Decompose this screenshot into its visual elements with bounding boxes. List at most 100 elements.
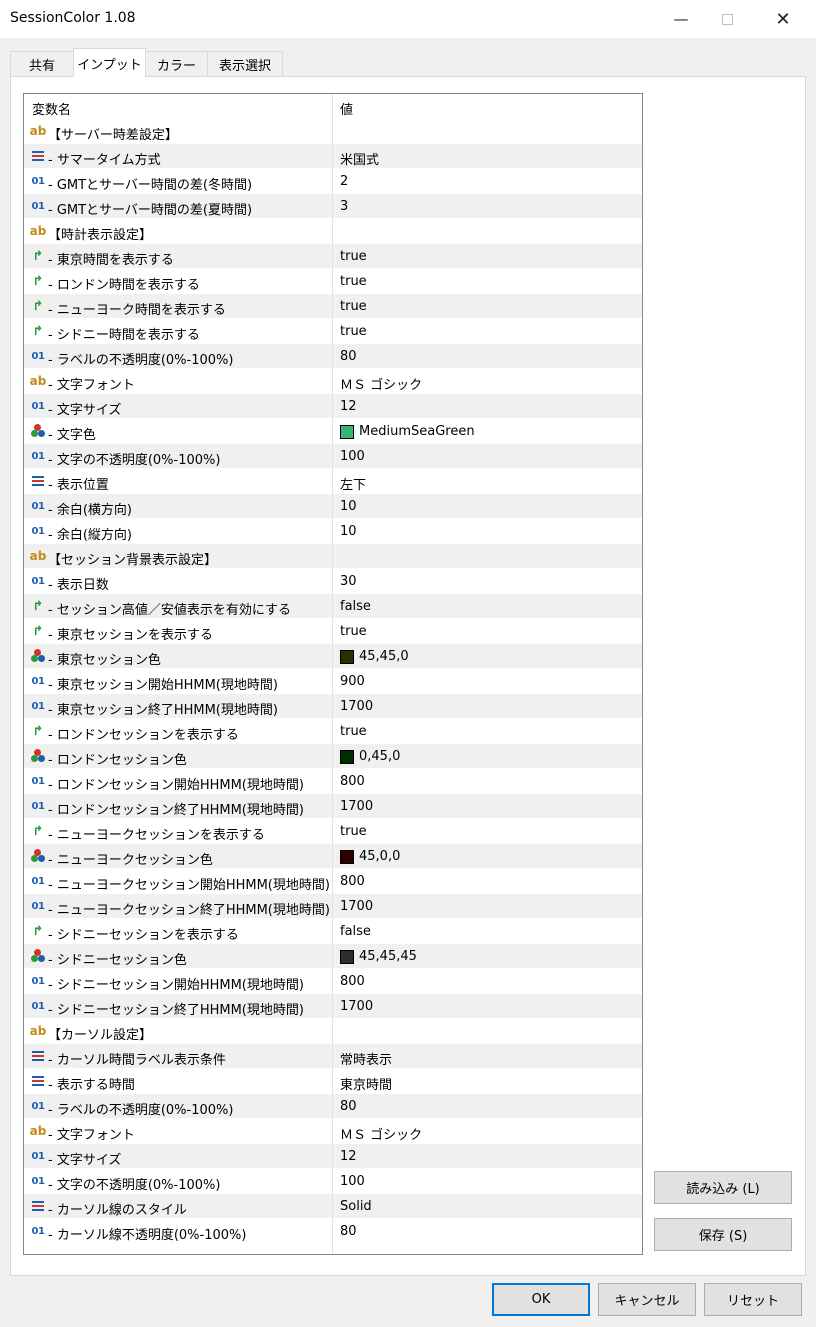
parameter-value[interactable]: true <box>340 724 367 739</box>
parameter-value[interactable]: 12 <box>340 1149 357 1164</box>
grid-row[interactable]: - カーソル時間ラベル表示条件 常時表示 <box>24 1044 642 1069</box>
parameter-value[interactable]: 30 <box>340 574 357 589</box>
parameter-value[interactable]: 3 <box>340 199 348 214</box>
grid-row[interactable]: ↱ - ニューヨークセッションを表示する true <box>24 819 642 844</box>
parameter-value[interactable]: false <box>340 924 371 939</box>
grid-row[interactable]: 01 - 文字の不透明度(0%-100%) 100 <box>24 1169 642 1194</box>
grid-row[interactable]: 01 - シドニーセッション終了HHMM(現地時間) 1700 <box>24 994 642 1019</box>
grid-row[interactable]: ↱ - ニューヨーク時間を表示する true <box>24 294 642 319</box>
parameter-value[interactable]: 800 <box>340 874 365 889</box>
grid-row[interactable]: ↱ - 東京時間を表示する true <box>24 244 642 269</box>
parameter-value[interactable]: 900 <box>340 674 365 689</box>
grid-row[interactable]: - 東京セッション色 45,45,0 <box>24 644 642 669</box>
column-header-name[interactable]: 変数名 <box>32 99 71 118</box>
grid-row[interactable]: - シドニーセッション色 45,45,45 <box>24 944 642 969</box>
grid-row[interactable]: ab - 文字フォント ＭＳ ゴシック <box>24 369 642 394</box>
grid-row[interactable]: - 表示する時間 東京時間 <box>24 1069 642 1094</box>
parameter-value[interactable]: true <box>340 274 367 289</box>
parameter-value[interactable]: 1700 <box>340 799 373 814</box>
parameter-value[interactable]: ＭＳ ゴシック <box>340 1124 422 1143</box>
parameter-value[interactable]: 東京時間 <box>340 1074 392 1093</box>
parameter-value[interactable]: true <box>340 624 367 639</box>
grid-row[interactable]: 01 - カーソル線不透明度(0%-100%) 80 <box>24 1219 642 1244</box>
grid-row[interactable]: - サマータイム方式 米国式 <box>24 144 642 169</box>
reset-button[interactable]: リセット <box>704 1283 802 1316</box>
grid-row[interactable]: - カーソル線のスタイル Solid <box>24 1194 642 1219</box>
minimize-button[interactable]: — <box>658 0 704 38</box>
parameter-value[interactable]: true <box>340 299 367 314</box>
grid-row[interactable]: ↱ - セッション高値／安値表示を有効にする false <box>24 594 642 619</box>
grid-row[interactable]: 01 - 東京セッション終了HHMM(現地時間) 1700 <box>24 694 642 719</box>
column-header-value[interactable]: 値 <box>340 99 353 118</box>
parameter-grid[interactable]: 変数名 値 ab 【サーバー時差設定】 - サマータイム方式 米国式 01 - GMT… <box>23 93 643 1255</box>
grid-row[interactable]: 01 - 文字サイズ 12 <box>24 1144 642 1169</box>
parameter-value[interactable]: 80 <box>340 1099 357 1114</box>
grid-row[interactable]: 01 - 余白(横方向) 10 <box>24 494 642 519</box>
grid-row[interactable]: - 表示位置 左下 <box>24 469 642 494</box>
grid-row[interactable]: ↱ - シドニー時間を表示する true <box>24 319 642 344</box>
parameter-value[interactable]: 100 <box>340 449 365 464</box>
grid-row[interactable]: 01 - 文字サイズ 12 <box>24 394 642 419</box>
grid-row[interactable]: ab 【時計表示設定】 <box>24 219 642 244</box>
grid-row[interactable]: 01 - ニューヨークセッション終了HHMM(現地時間) 1700 <box>24 894 642 919</box>
tab-inputs[interactable]: インプット <box>73 48 146 77</box>
load-button[interactable]: 読み込み (L) <box>654 1171 792 1204</box>
grid-row[interactable]: 01 - ロンドンセッション終了HHMM(現地時間) 1700 <box>24 794 642 819</box>
tab-display-select[interactable]: 表示選択 <box>207 51 283 76</box>
grid-row[interactable]: ab 【サーバー時差設定】 <box>24 119 642 144</box>
grid-row[interactable]: ab 【セッション背景表示設定】 <box>24 544 642 569</box>
parameter-value[interactable]: 10 <box>340 524 357 539</box>
grid-row[interactable]: - ニューヨークセッション色 45,0,0 <box>24 844 642 869</box>
parameter-value[interactable]: true <box>340 824 367 839</box>
grid-row[interactable]: ↱ - 東京セッションを表示する true <box>24 619 642 644</box>
grid-row[interactable]: 01 - ラベルの不透明度(0%-100%) 80 <box>24 1094 642 1119</box>
parameter-value[interactable]: MediumSeaGreen <box>340 424 475 439</box>
grid-row[interactable]: 01 - 文字の不透明度(0%-100%) 100 <box>24 444 642 469</box>
parameter-value[interactable]: true <box>340 249 367 264</box>
ok-button[interactable]: OK <box>492 1283 590 1316</box>
parameter-value[interactable]: 米国式 <box>340 149 379 168</box>
grid-row[interactable]: 01 - ラベルの不透明度(0%-100%) 80 <box>24 344 642 369</box>
grid-row[interactable]: ↱ - ロンドン時間を表示する true <box>24 269 642 294</box>
parameter-value[interactable]: 左下 <box>340 474 366 493</box>
parameter-value[interactable]: 1700 <box>340 699 373 714</box>
parameter-value[interactable]: 800 <box>340 774 365 789</box>
grid-row[interactable]: - 文字色 MediumSeaGreen <box>24 419 642 444</box>
parameter-value[interactable]: 45,45,45 <box>340 949 417 964</box>
grid-row[interactable]: 01 - 東京セッション開始HHMM(現地時間) 900 <box>24 669 642 694</box>
parameter-value[interactable]: 1700 <box>340 899 373 914</box>
parameter-value[interactable]: 12 <box>340 399 357 414</box>
parameter-value[interactable]: 45,45,0 <box>340 649 409 664</box>
parameter-value[interactable]: 80 <box>340 1224 357 1239</box>
parameter-value[interactable]: 800 <box>340 974 365 989</box>
grid-row[interactable]: ab 【カーソル設定】 <box>24 1019 642 1044</box>
parameter-value[interactable]: 2 <box>340 174 348 189</box>
parameter-value[interactable]: 1700 <box>340 999 373 1014</box>
parameter-value[interactable]: 10 <box>340 499 357 514</box>
close-button[interactable]: ✕ <box>760 0 806 38</box>
grid-row[interactable]: 01 - シドニーセッション開始HHMM(現地時間) 800 <box>24 969 642 994</box>
maximize-button[interactable] <box>704 0 750 38</box>
grid-row[interactable]: 01 - GMTとサーバー時間の差(夏時間) 3 <box>24 194 642 219</box>
parameter-value[interactable]: Solid <box>340 1199 372 1214</box>
parameter-value[interactable]: 100 <box>340 1174 365 1189</box>
parameter-value[interactable]: 45,0,0 <box>340 849 400 864</box>
grid-row[interactable]: ↱ - ロンドンセッションを表示する true <box>24 719 642 744</box>
tab-common[interactable]: 共有 <box>10 51 74 76</box>
save-button[interactable]: 保存 (S) <box>654 1218 792 1251</box>
grid-row[interactable]: - ロンドンセッション色 0,45,0 <box>24 744 642 769</box>
parameter-value[interactable]: 0,45,0 <box>340 749 400 764</box>
parameter-value[interactable]: 80 <box>340 349 357 364</box>
parameter-value[interactable]: ＭＳ ゴシック <box>340 374 422 393</box>
parameter-value[interactable]: false <box>340 599 371 614</box>
grid-row[interactable]: ↱ - シドニーセッションを表示する false <box>24 919 642 944</box>
tab-colors[interactable]: カラー <box>145 51 208 76</box>
parameter-value[interactable]: 常時表示 <box>340 1049 392 1068</box>
grid-row[interactable]: 01 - 余白(縦方向) 10 <box>24 519 642 544</box>
grid-row[interactable]: 01 - ロンドンセッション開始HHMM(現地時間) 800 <box>24 769 642 794</box>
grid-row[interactable]: ab - 文字フォント ＭＳ ゴシック <box>24 1119 642 1144</box>
cancel-button[interactable]: キャンセル <box>598 1283 696 1316</box>
grid-row[interactable]: 01 - ニューヨークセッション開始HHMM(現地時間) 800 <box>24 869 642 894</box>
grid-row[interactable]: 01 - 表示日数 30 <box>24 569 642 594</box>
grid-row[interactable]: 01 - GMTとサーバー時間の差(冬時間) 2 <box>24 169 642 194</box>
